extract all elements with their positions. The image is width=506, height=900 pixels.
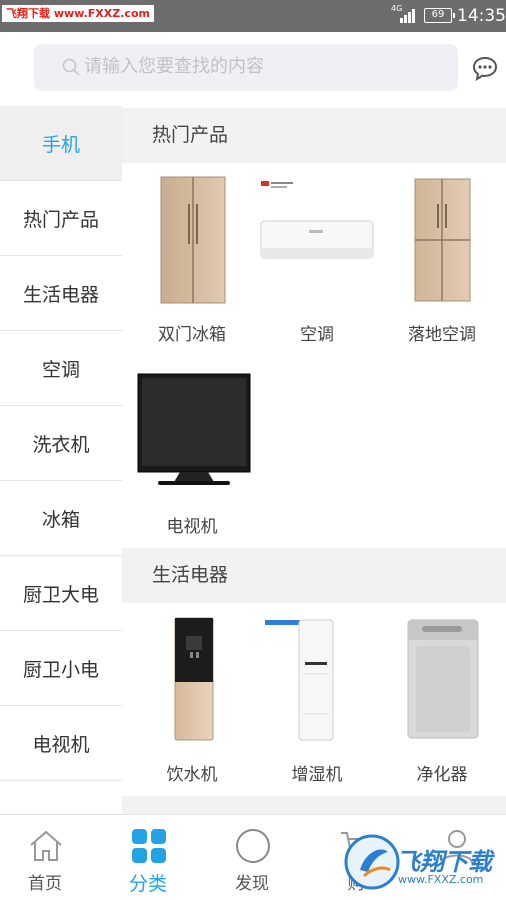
double-door-fridge-icon — [160, 176, 226, 304]
category-item-washer[interactable]: 洗衣机 — [0, 406, 122, 481]
search-icon — [62, 58, 80, 76]
product-name: 净化器 — [416, 765, 468, 785]
message-icon[interactable] — [472, 55, 498, 81]
water-dispenser-icon — [174, 617, 214, 741]
tab-label: 发现 — [235, 874, 269, 894]
tab-category[interactable]: 分类 — [98, 815, 198, 900]
category-item-ac[interactable]: 空调 — [0, 331, 122, 406]
category-grid-icon — [132, 829, 166, 863]
four-door-fridge-icon — [414, 178, 471, 302]
search-header: 请输入您要查找的内容 — [0, 32, 506, 106]
section-divider — [122, 796, 506, 814]
watermark-brand: 飞翔下载 — [396, 848, 492, 876]
category-item-hot[interactable]: 热门产品 — [0, 181, 122, 256]
battery-icon: 69 — [424, 8, 455, 23]
category-item-kitchen-large[interactable]: 厨卫大电 — [0, 556, 122, 631]
floor-air-conditioner-icon — [265, 619, 334, 741]
product-name: 空调 — [300, 325, 334, 345]
wall-air-conditioner-icon — [260, 181, 374, 259]
product-name: 双门冰箱 — [158, 325, 226, 345]
category-item-phone[interactable]: 手机 — [0, 106, 122, 181]
tab-home[interactable]: 首页 — [0, 815, 95, 900]
watermark-url: www.FXXZ.com — [398, 873, 484, 886]
category-item-tv[interactable]: 电视机 — [0, 706, 122, 781]
section-title: 生活电器 — [122, 548, 506, 603]
status-bar: 飞翔下载 www.FXXZ.com 4G 69 14:35 — [0, 0, 506, 32]
home-icon — [30, 830, 62, 861]
product-name: 电视机 — [166, 517, 218, 537]
section-title: 热门产品 — [122, 108, 506, 163]
category-item-fridge[interactable]: 冰箱 — [0, 481, 122, 556]
watermark-tag: 飞翔下载 www.FXXZ.com — [2, 5, 154, 22]
category-item-kitchen-small[interactable]: 厨卫小电 — [0, 631, 122, 706]
product-panel: 热门产品 双门冰箱 空调 落地空调 电视机 生活电器 饮水机 增湿机 净化器 — [122, 106, 506, 814]
tab-label: 分类 — [128, 873, 167, 895]
signal-icon — [400, 9, 418, 23]
clock: 14:35 — [457, 6, 506, 26]
category-item-living[interactable]: 生活电器 — [0, 256, 122, 331]
compass-icon — [236, 829, 270, 863]
television-icon — [137, 373, 251, 485]
product-name: 落地空调 — [408, 325, 476, 345]
category-sidebar: 手机 热门产品 生活电器 空调 洗衣机 冰箱 厨卫大电 厨卫小电 电视机 — [0, 106, 122, 814]
tab-discover[interactable]: 发现 — [202, 815, 302, 900]
washing-machine-icon — [407, 619, 479, 739]
product-name: 增湿机 — [291, 765, 343, 785]
search-placeholder: 请输入您要查找的内容 — [84, 56, 264, 77]
product-name: 饮水机 — [166, 765, 218, 785]
tab-label: 首页 — [28, 874, 62, 894]
